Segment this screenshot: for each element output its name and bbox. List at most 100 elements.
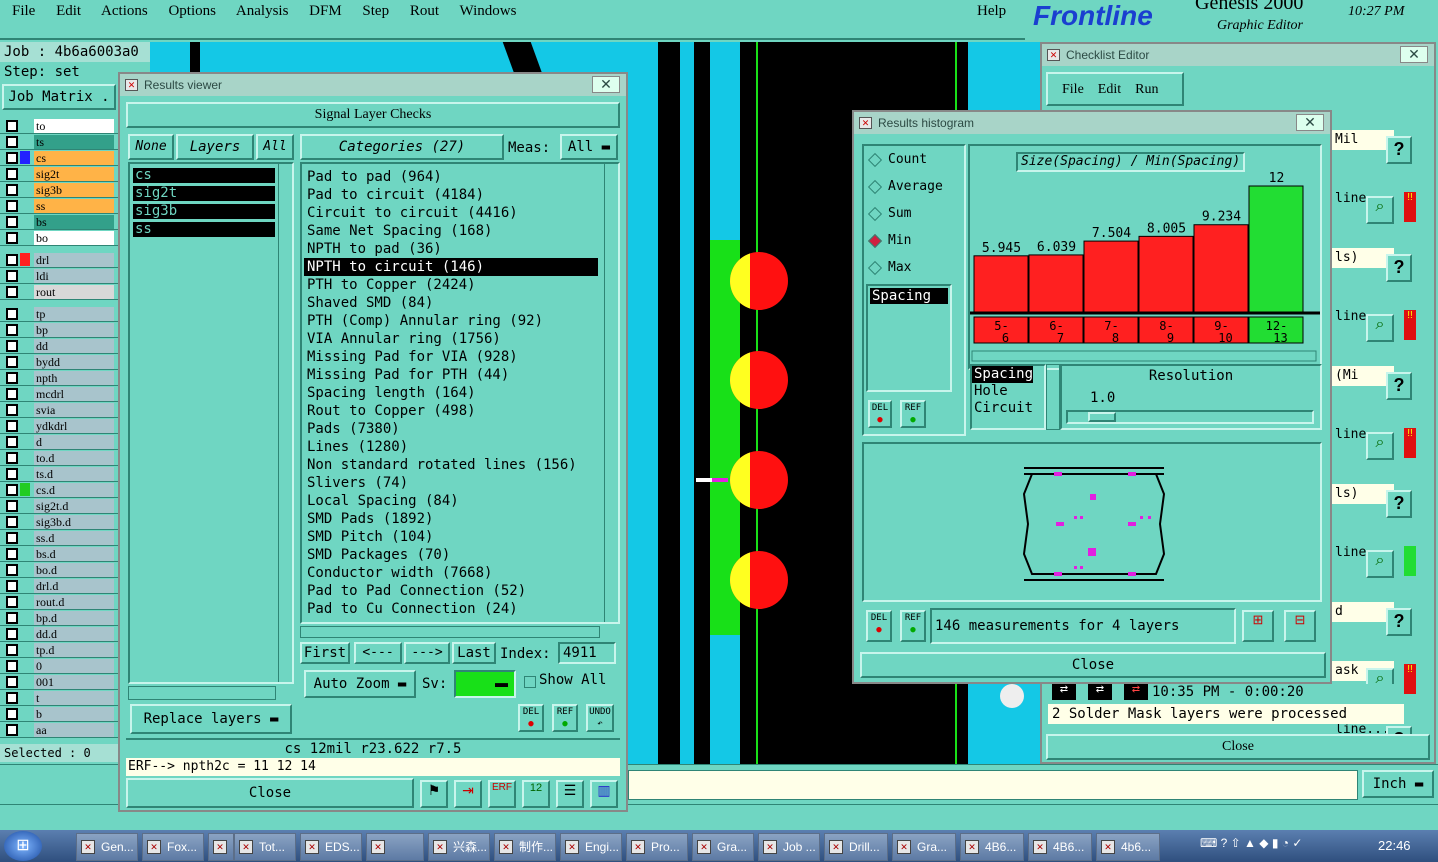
- layer-row[interactable]: b: [0, 706, 122, 722]
- resolution-slider[interactable]: [1066, 410, 1314, 424]
- taskbar-item[interactable]: ✕ Gra...: [892, 833, 956, 861]
- type-list-scrollbar[interactable]: [1046, 364, 1060, 430]
- layer-row[interactable]: bs.d: [0, 546, 122, 562]
- first-button[interactable]: First: [300, 642, 350, 664]
- category-item[interactable]: Pads (7380): [304, 420, 598, 438]
- layer-checkbox[interactable]: [6, 563, 18, 576]
- category-item[interactable]: Lines (1280): [304, 438, 598, 456]
- selected-layer-item[interactable]: sig2t: [133, 186, 275, 201]
- layer-checkbox[interactable]: [6, 723, 18, 736]
- selected-layer-item[interactable]: ss: [133, 222, 275, 237]
- type-item[interactable]: Circuit: [972, 400, 1044, 417]
- layer-checkbox[interactable]: [6, 231, 18, 244]
- layer-row[interactable]: ldi: [0, 268, 122, 284]
- layer-checkbox[interactable]: [6, 627, 18, 640]
- taskbar-item[interactable]: ✕ EDS...: [300, 833, 362, 861]
- layer-checkbox[interactable]: [6, 611, 18, 624]
- layer-row[interactable]: bp: [0, 322, 122, 338]
- stat-option-max[interactable]: Max: [864, 254, 964, 281]
- layer-row[interactable]: ss: [0, 198, 122, 214]
- category-item[interactable]: PTH to Copper (2424): [304, 276, 598, 294]
- layer-checkbox[interactable]: [6, 499, 18, 512]
- command-line[interactable]: [628, 770, 1358, 800]
- taskbar-item[interactable]: ✕ Engi...: [560, 833, 622, 861]
- erf-icon[interactable]: ERF: [488, 780, 516, 808]
- param-list[interactable]: Spacing: [866, 284, 952, 392]
- taskbar-item[interactable]: ✕ 4b6...: [1096, 833, 1160, 861]
- close-icon[interactable]: ✕: [1296, 114, 1324, 131]
- taskbar-item[interactable]: ✕ Pro...: [626, 833, 688, 861]
- taskbar-item[interactable]: ✕ Fox...: [142, 833, 204, 861]
- layer-row[interactable]: to.d: [0, 450, 122, 466]
- layer-list-scrollbar[interactable]: [278, 164, 292, 682]
- menu-step[interactable]: Step: [362, 3, 389, 19]
- layer-row[interactable]: dd.d: [0, 626, 122, 642]
- layer-row[interactable]: ts.d: [0, 466, 122, 482]
- category-item[interactable]: Shaved SMD (84): [304, 294, 598, 312]
- layer-row[interactable]: d: [0, 434, 122, 450]
- stat-option-min[interactable]: Min: [864, 227, 964, 254]
- layer-checkbox[interactable]: [6, 675, 18, 688]
- layer-row[interactable]: cs: [0, 150, 122, 166]
- meas-select[interactable]: All ▬: [560, 134, 618, 160]
- magnifier-icon[interactable]: ⌕: [1366, 196, 1394, 224]
- results-viewer-titlebar[interactable]: ✕ Results viewer ✕: [120, 74, 626, 96]
- category-item[interactable]: SMD Packages (70): [304, 546, 598, 564]
- slider-handle[interactable]: [1088, 412, 1116, 422]
- category-item[interactable]: NPTH to pad (36): [304, 240, 598, 258]
- report-icon[interactable]: ☰: [556, 780, 584, 808]
- category-item[interactable]: SMD Pads (1892): [304, 510, 598, 528]
- layer-checkbox[interactable]: [6, 355, 18, 368]
- stat-option-average[interactable]: Average: [864, 173, 964, 200]
- layer-select-list[interactable]: cs sig2t sig3b ss: [128, 162, 294, 684]
- layer-checkbox[interactable]: [6, 387, 18, 400]
- help-icon[interactable]: ?: [1386, 490, 1412, 518]
- magnifier-icon[interactable]: ⌕: [1366, 432, 1394, 460]
- taskbar-item[interactable]: ✕ Gen...: [76, 833, 138, 861]
- layer-row[interactable]: ts: [0, 134, 122, 150]
- taskbar-item[interactable]: ✕ Gra...: [692, 833, 754, 861]
- help-icon[interactable]: ?: [1386, 372, 1412, 400]
- layer-list-hscroll[interactable]: [128, 686, 276, 700]
- layer-row[interactable]: 001: [0, 674, 122, 690]
- layer-checkbox[interactable]: [6, 119, 18, 132]
- close-icon[interactable]: ✕: [1400, 46, 1428, 63]
- del-button[interactable]: DEL ●: [518, 704, 544, 732]
- job-matrix-button[interactable]: Job Matrix .: [2, 84, 116, 110]
- taskbar-item[interactable]: ✕ Tot...: [234, 833, 296, 861]
- layer-row[interactable]: tp.d: [0, 642, 122, 658]
- layer-checkbox[interactable]: [6, 659, 18, 672]
- menu-file[interactable]: File: [12, 3, 35, 19]
- close-icon[interactable]: ✕: [592, 76, 620, 93]
- taskbar-item[interactable]: ✕ Drill...: [824, 833, 888, 861]
- type-item[interactable]: Hole: [972, 383, 1044, 400]
- undo-button[interactable]: UNDO ↶: [586, 704, 614, 732]
- category-item[interactable]: Spacing length (164): [304, 384, 598, 402]
- category-item[interactable]: Slivers (74): [304, 474, 598, 492]
- prev-button[interactable]: <---: [354, 642, 402, 664]
- flag-icon[interactable]: ⚑: [420, 780, 448, 808]
- layer-checkbox[interactable]: [6, 199, 18, 212]
- layer-checkbox[interactable]: [6, 707, 18, 720]
- layer-checkbox[interactable]: [6, 215, 18, 228]
- histogram-del-button[interactable]: DEL ●: [868, 400, 892, 428]
- category-item[interactable]: Pad to Cu Connection (24): [304, 600, 598, 618]
- show-all-checkbox[interactable]: [524, 676, 536, 688]
- histogram-bar[interactable]: [1138, 235, 1194, 313]
- layer-checkbox[interactable]: [6, 483, 18, 496]
- help-icon[interactable]: ?: [1386, 608, 1412, 636]
- category-list[interactable]: Pad to pad (964) Pad to circuit (4184) Cir…: [300, 162, 620, 624]
- category-item[interactable]: Non standard rotated lines (156): [304, 456, 598, 474]
- category-list-scrollbar[interactable]: [604, 164, 618, 622]
- type-list[interactable]: Spacing Hole Circuit: [970, 364, 1046, 430]
- index-field[interactable]: 4911: [558, 642, 616, 664]
- next-button[interactable]: --->: [404, 642, 450, 664]
- layer-row[interactable]: sig2t.d: [0, 498, 122, 514]
- layer-row[interactable]: drl: [0, 252, 122, 268]
- layer-checkbox[interactable]: [6, 339, 18, 352]
- layer-row[interactable]: svia: [0, 402, 122, 418]
- histogram-bar[interactable]: [1028, 254, 1084, 313]
- layer-row[interactable]: npth: [0, 370, 122, 386]
- layer-checkbox[interactable]: [6, 595, 18, 608]
- categories-button[interactable]: Categories (27): [300, 134, 504, 160]
